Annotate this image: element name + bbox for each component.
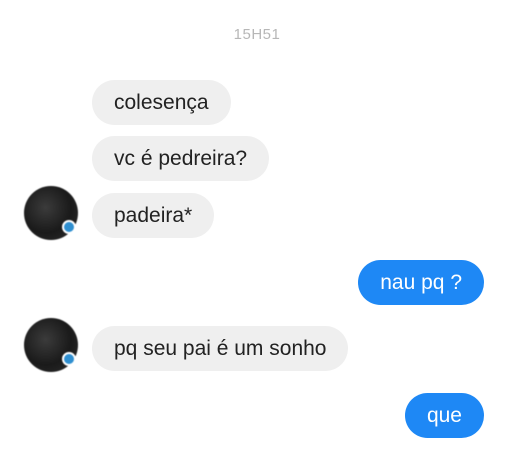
message-received[interactable]: vc é pedreira? bbox=[92, 136, 270, 181]
message-received[interactable]: padeira* bbox=[92, 193, 215, 238]
message-received[interactable]: pq seu pai é um sonho bbox=[92, 326, 349, 371]
contact-avatar[interactable] bbox=[24, 318, 78, 372]
contact-avatar[interactable] bbox=[24, 186, 78, 240]
message-received[interactable]: colesença bbox=[92, 80, 231, 125]
chat-timestamp: 15H51 bbox=[233, 26, 281, 43]
online-status-icon bbox=[62, 220, 76, 234]
message-sent[interactable]: nau pq ? bbox=[358, 260, 484, 305]
message-sent[interactable]: que bbox=[404, 393, 484, 438]
online-status-icon bbox=[62, 352, 76, 366]
